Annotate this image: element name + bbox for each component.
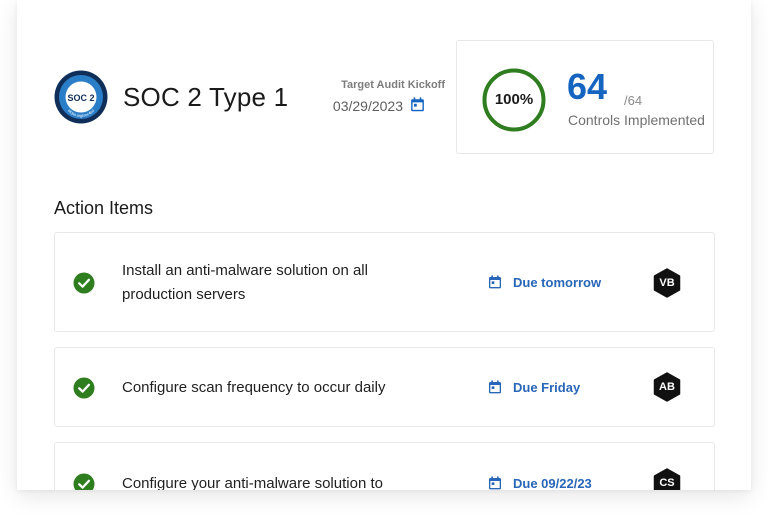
calendar-icon <box>489 380 501 394</box>
page-title: SOC 2 Type 1 <box>123 82 289 112</box>
action-item-text: Install an anti-malware solution on all … <box>122 262 368 303</box>
due-date[interactable]: Due Friday <box>487 379 580 395</box>
assignee-initials: AB <box>659 381 675 393</box>
action-item-text: Configure scan frequency to occur daily <box>122 379 386 396</box>
target-audit-date[interactable]: 03/29/2023 <box>317 98 403 114</box>
controls-implemented-count: 64 <box>567 66 608 107</box>
due-date[interactable]: Due 09/22/23 <box>487 475 592 490</box>
calendar-icon[interactable] <box>409 96 426 113</box>
controls-summary: 100% 64 /64 Controls Implemented <box>456 40 714 154</box>
controls-total: /64 <box>624 93 643 108</box>
aicpa-soc2-badge: AICPA SOC 2 aicpa.org/soc4so <box>54 70 108 124</box>
assignee-initials: CS <box>659 477 675 489</box>
check-circle-icon[interactable] <box>73 473 95 490</box>
controls-label: Controls Implemented <box>568 112 705 128</box>
target-audit-label: Target Audit Kickoff <box>341 79 445 91</box>
action-item[interactable]: Configure your anti-malware solution to … <box>54 442 715 490</box>
due-date-label: Due Friday <box>513 379 581 395</box>
action-item[interactable]: Install an anti-malware solution on all … <box>54 232 715 332</box>
calendar-icon <box>489 275 501 289</box>
action-item-text: Configure your anti-malware solution to <box>122 475 383 490</box>
due-date-label: Due tomorrow <box>513 274 602 290</box>
badge-top-text: AICPA <box>70 82 92 91</box>
progress-percent: 100% <box>494 91 534 108</box>
action-item[interactable]: Configure scan frequency to occur daily … <box>54 347 715 427</box>
action-items-title: Action Items <box>54 198 154 218</box>
due-date-label: Due 09/22/23 <box>513 475 592 491</box>
badge-main-text: SOC 2 <box>67 93 94 103</box>
soc2-card: AICPA SOC 2 aicpa.org/soc4so SOC 2 Type … <box>17 0 751 490</box>
check-circle-icon[interactable] <box>73 377 95 399</box>
calendar-icon <box>489 476 501 490</box>
assignee-initials: VB <box>659 277 675 289</box>
due-date[interactable]: Due tomorrow <box>487 274 601 290</box>
check-circle-icon[interactable] <box>73 272 95 294</box>
